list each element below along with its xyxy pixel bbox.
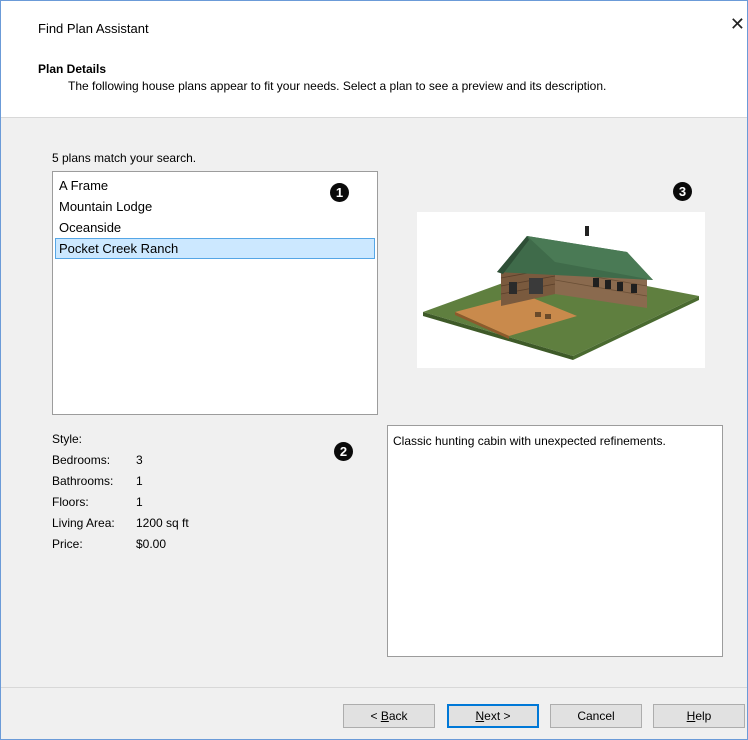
cancel-button[interactable]: Cancel: [550, 704, 642, 728]
floors-row: Floors: 1: [52, 492, 189, 513]
plan-listbox[interactable]: A Frame Mountain Lodge Oceanside Pocket …: [52, 171, 378, 415]
floors-value: 1: [136, 495, 143, 509]
plan-preview-image: [417, 212, 705, 368]
style-row: Style:: [52, 429, 189, 450]
match-count-label: 5 plans match your search.: [52, 151, 197, 165]
callout-badge-1: 1: [330, 183, 349, 202]
callout-badge-2: 2: [334, 442, 353, 461]
back-button-prefix: <: [370, 709, 381, 723]
plan-details: Style: Bedrooms: 3 Bathrooms: 1 Floors: 1 L…: [52, 429, 189, 555]
price-label: Price:: [52, 537, 83, 551]
plan-list-item[interactable]: A Frame: [53, 175, 377, 196]
dialog-header: Find Plan Assistant ✕ Plan Details The f…: [1, 1, 747, 118]
section-title: Plan Details: [38, 62, 107, 76]
help-button[interactable]: Help: [653, 704, 745, 728]
plan-list-item-selected[interactable]: Pocket Creek Ranch: [55, 238, 375, 259]
plan-description-box[interactable]: Classic hunting cabin with unexpected re…: [387, 425, 723, 657]
bathrooms-value: 1: [136, 474, 143, 488]
living-area-label: Living Area:: [52, 516, 115, 530]
footer-divider: [1, 687, 747, 688]
bathrooms-row: Bathrooms: 1: [52, 471, 189, 492]
back-button-mnemonic: B: [380, 709, 389, 723]
bedrooms-row: Bedrooms: 3: [52, 450, 189, 471]
price-row: Price: $0.00: [52, 534, 189, 555]
plan-list: A Frame Mountain Lodge Oceanside Pocket …: [53, 172, 377, 259]
next-button-label: ext >: [484, 709, 511, 723]
window-title: Find Plan Assistant: [38, 21, 149, 36]
close-icon[interactable]: ✕: [730, 15, 745, 33]
floors-label: Floors:: [52, 495, 89, 509]
bathrooms-label: Bathrooms:: [52, 474, 114, 488]
bedrooms-value: 3: [136, 453, 143, 467]
house-render-icon: [423, 226, 699, 360]
dialog-window: Find Plan Assistant ✕ Plan Details The f…: [0, 0, 748, 740]
next-button-mnemonic: N: [475, 709, 485, 723]
bedrooms-label: Bedrooms:: [52, 453, 111, 467]
section-description: The following house plans appear to fit …: [68, 79, 607, 93]
plan-list-item[interactable]: Oceanside: [53, 217, 377, 238]
plan-list-item[interactable]: Mountain Lodge: [53, 196, 377, 217]
back-button[interactable]: < Back: [343, 704, 435, 728]
help-button-label: elp: [695, 709, 712, 723]
plan-description-text: Classic hunting cabin with unexpected re…: [393, 434, 666, 448]
price-value: $0.00: [136, 537, 167, 551]
back-button-label: ack: [388, 709, 408, 723]
style-label: Style:: [52, 432, 83, 446]
living-area-row: Living Area: 1200 sq ft: [52, 513, 189, 534]
callout-badge-3: 3: [673, 182, 692, 201]
living-area-value: 1200 sq ft: [136, 516, 189, 530]
next-button[interactable]: Next >: [447, 704, 539, 728]
